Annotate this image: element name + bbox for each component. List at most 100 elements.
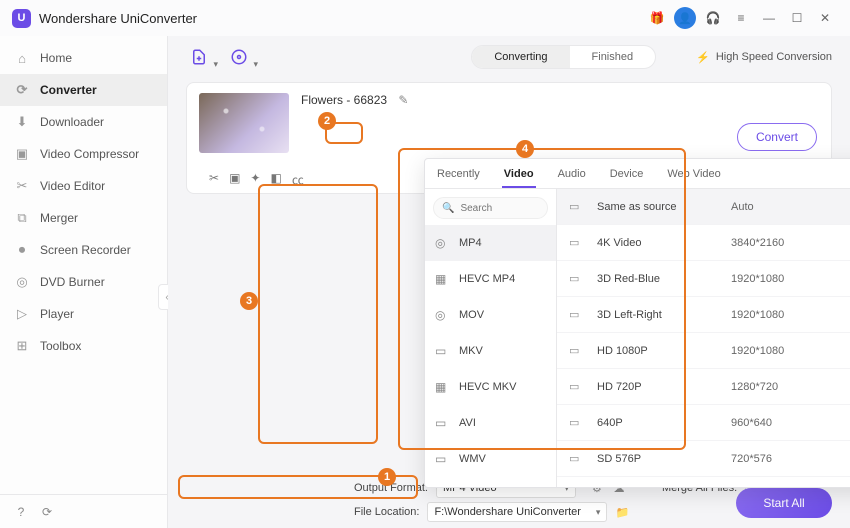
open-folder-icon[interactable]: 📁 [615, 506, 629, 519]
resolution-row[interactable]: ▭SD 576P720*576✎ [557, 441, 850, 477]
crop-icon[interactable]: ▣ [229, 171, 240, 188]
format-label: WMV [459, 453, 486, 465]
resolution-name: HD 1080P [597, 345, 717, 357]
convert-button[interactable]: Convert [737, 123, 817, 151]
sidebar-item-label: Player [40, 307, 74, 321]
sidebar-item-label: Home [40, 51, 72, 65]
sidebar-item-player[interactable]: ▷ Player [0, 298, 167, 330]
lightning-icon: ⚡ [696, 51, 710, 64]
video-icon: ▭ [569, 452, 583, 465]
add-file-button[interactable]: ▾ [186, 44, 212, 70]
close-icon[interactable]: ✕ [812, 5, 838, 31]
resolution-name: 3D Red-Blue [597, 273, 717, 285]
format-item-mkv[interactable]: ▭MKV [425, 333, 556, 369]
format-tab-audio[interactable]: Audio [556, 168, 588, 188]
menu-icon[interactable]: ≡ [728, 5, 754, 31]
resolution-row[interactable]: ▭HD 1080P1920*1080✎ [557, 333, 850, 369]
format-tab-device[interactable]: Device [608, 168, 646, 188]
app-title: Wondershare UniConverter [39, 11, 197, 26]
format-search[interactable]: 🔍 [433, 197, 548, 219]
watermark-icon[interactable]: ◧ [270, 171, 281, 188]
resolution-row[interactable]: ▭3D Left-Right1920*1080✎ [557, 297, 850, 333]
merger-icon: ⧉ [14, 210, 30, 226]
sidebar-item-video-editor[interactable]: ✂Video Editor [0, 170, 167, 202]
sidebar-item-video-compressor[interactable]: ▣Video Compressor [0, 138, 167, 170]
resolution-name: SD 576P [597, 453, 717, 465]
resolution-row[interactable]: ▭HD 720P1280*720✎ [557, 369, 850, 405]
refresh-icon[interactable]: ⟳ [40, 505, 54, 519]
minimize-icon[interactable]: — [756, 5, 782, 31]
search-icon: 🔍 [442, 203, 454, 214]
resolution-value: Auto [731, 201, 850, 213]
subtitle-icon[interactable]: ㏄ [292, 171, 304, 188]
resolution-name: 3D Left-Right [597, 309, 717, 321]
sidebar-item-merger[interactable]: ⧉Merger [0, 202, 167, 234]
video-icon: ▭ [569, 344, 583, 357]
resolution-row[interactable]: ▭640P960*640✎ [557, 405, 850, 441]
format-label: MOV [459, 309, 484, 321]
format-tab-web-video[interactable]: Web Video [665, 168, 722, 188]
sidebar-item-downloader[interactable]: ⬇Downloader [0, 106, 167, 138]
start-all-button[interactable]: Start All [736, 488, 832, 518]
tab-finished[interactable]: Finished [570, 46, 656, 68]
format-tab-video[interactable]: Video [502, 168, 536, 188]
gift-icon[interactable]: 🎁 [644, 5, 670, 31]
status-tabs: Converting Finished [471, 45, 656, 69]
resolution-name: 640P [597, 417, 717, 429]
format-label: HEVC MP4 [459, 273, 515, 285]
format-icon: ▦ [435, 380, 449, 394]
maximize-icon[interactable]: ☐ [784, 5, 810, 31]
format-item-avi[interactable]: ▭ AVI [425, 405, 556, 441]
app-logo: U [12, 9, 31, 28]
resolution-value: 1920*1080 [731, 309, 850, 321]
tab-converting[interactable]: Converting [472, 46, 569, 68]
player-icon: ▷ [14, 306, 30, 322]
format-item-hevc-mkv[interactable]: ▦ HEVC MKV [425, 369, 556, 405]
format-item-wmv[interactable]: ▭WMV [425, 441, 556, 477]
format-item-mp4[interactable]: ◎MP4 [425, 225, 556, 261]
format-icon: ◎ [435, 308, 449, 322]
sidebar-item-label: Converter [40, 83, 97, 97]
help-icon[interactable]: ? [14, 505, 28, 519]
effect-icon[interactable]: ✦ [250, 171, 260, 188]
video-icon: ▭ [569, 272, 583, 285]
file-location-select[interactable]: F:\Wondershare UniConverter ▾ [427, 502, 607, 522]
high-speed-label: High Speed Conversion [716, 51, 832, 63]
video-icon: ▭ [569, 416, 583, 429]
resolution-row[interactable]: ▭Same as sourceAuto✎ [557, 189, 850, 225]
resolution-value: 720*576 [731, 453, 850, 465]
resolution-row[interactable]: ▭3D Red-Blue1920*1080✎ [557, 261, 850, 297]
sidebar-item-home[interactable]: ⌂Home [0, 42, 167, 74]
sidebar-item-screen-recorder[interactable]: ⏺Screen Recorder [0, 234, 167, 266]
format-icon: ▭ [435, 416, 449, 430]
callout-outline-3 [258, 184, 378, 444]
resolution-row[interactable]: ▭4K Video3840*2160✎ [557, 225, 850, 261]
titlebar: U Wondershare UniConverter 🎁 👤 🎧 ≡ — ☐ ✕ [0, 0, 850, 36]
toolbox-icon: ⊞ [14, 338, 30, 354]
video-editor-icon: ✂ [14, 178, 30, 194]
format-label: AVI [459, 417, 476, 429]
headset-icon[interactable]: 🎧 [700, 5, 726, 31]
downloader-icon: ⬇ [14, 114, 30, 130]
rename-icon[interactable]: ✎ [398, 93, 408, 107]
callout-badge-3: 3 [240, 292, 258, 310]
trim-icon[interactable]: ✂ [209, 171, 219, 188]
high-speed-toggle[interactable]: ⚡ High Speed Conversion [696, 51, 832, 64]
format-label: HEVC MKV [459, 381, 516, 393]
resolution-value: 960*640 [731, 417, 850, 429]
format-tab-recently[interactable]: Recently [435, 168, 482, 188]
resolution-value: 1920*1080 [731, 345, 850, 357]
resolution-value: 1280*720 [731, 381, 850, 393]
video-thumbnail[interactable] [199, 93, 289, 153]
format-item-mov[interactable]: ◎ MOV [425, 297, 556, 333]
format-item-hevc-mp4[interactable]: ▦HEVC MP4 [425, 261, 556, 297]
sidebar-item-dvd-burner[interactable]: ◎DVD Burner [0, 266, 167, 298]
sidebar-item-toolbox[interactable]: ⊞Toolbox [0, 330, 167, 362]
resolution-name: HD 720P [597, 381, 717, 393]
add-dvd-button[interactable]: ▾ [226, 44, 252, 70]
video-icon: ▭ [569, 200, 583, 213]
chevron-down-icon: ▾ [213, 59, 218, 70]
callout-badge-1: 1 [378, 468, 396, 486]
avatar[interactable]: 👤 [672, 5, 698, 31]
sidebar-item-converter[interactable]: ⟳Converter [0, 74, 167, 106]
